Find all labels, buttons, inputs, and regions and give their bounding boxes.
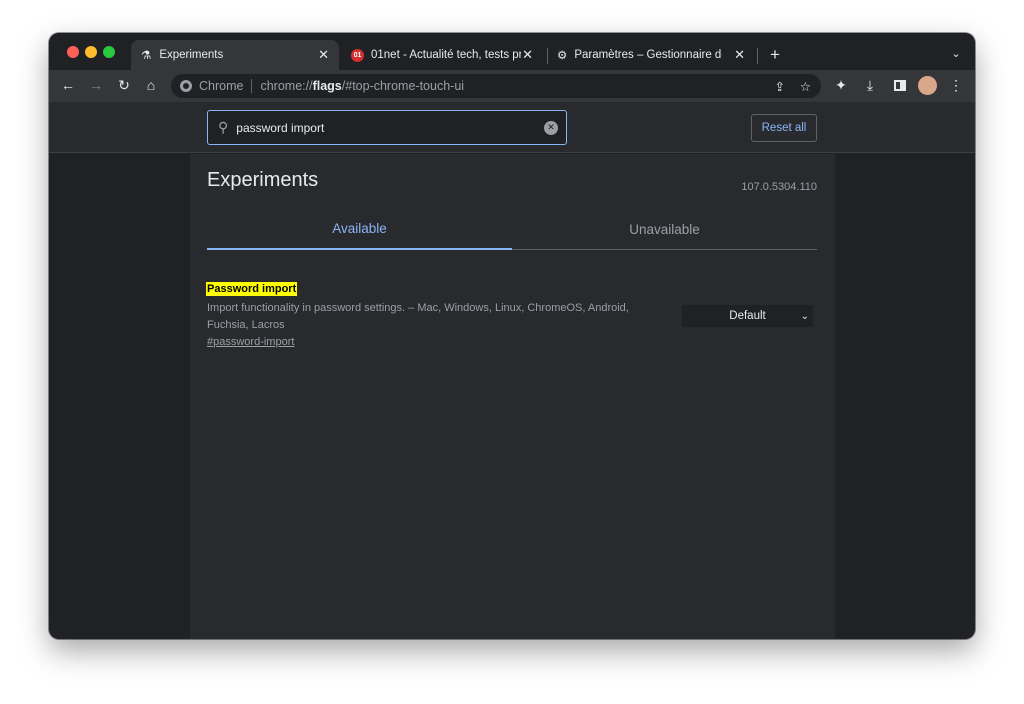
url-prefix: chrome:// [260, 79, 313, 93]
home-icon[interactable]: ⌂ [142, 77, 160, 93]
divider [251, 79, 253, 93]
clear-search-icon[interactable]: ✕ [544, 120, 558, 135]
url-path: /#top-chrome-touch-ui [341, 79, 465, 93]
omnibox[interactable]: Chrome chrome://flags/#top-chrome-touch-… [171, 74, 821, 98]
tab-available[interactable]: Available [207, 221, 512, 236]
reset-all-button[interactable]: Reset all [751, 114, 817, 142]
tab-experiments[interactable]: ⚗ Experiments ✕ [131, 40, 339, 70]
version-label: 107.0.5304.110 [741, 181, 817, 193]
tab-separator [757, 48, 758, 64]
flask-icon: ⚗ [141, 50, 152, 62]
close-tab-icon[interactable]: ✕ [522, 47, 533, 63]
tab-title: Experiments [159, 49, 224, 61]
new-tab-icon[interactable]: + [766, 45, 784, 65]
extensions-puzzle-icon[interactable]: ✦ [832, 77, 850, 94]
tab-title: Paramètres – Gestionnaire de m [574, 49, 722, 61]
page-title: Experiments [207, 169, 319, 191]
search-value: password import [236, 120, 325, 135]
browser-window: ⚗ Experiments ✕ 01 01net - Actualité tec… [49, 33, 975, 639]
tab-parametres[interactable]: ⚙ Paramètres – Gestionnaire de m ✕ [549, 40, 755, 70]
flag-description: Import functionality in password setting… [207, 302, 629, 331]
forward-icon[interactable]: → [87, 77, 105, 93]
close-tab-icon[interactable]: ✕ [318, 47, 329, 63]
select-value: Default [729, 310, 766, 322]
chrome-icon [180, 80, 192, 92]
back-icon[interactable]: ← [59, 77, 77, 93]
tab-search-chevron-icon[interactable]: ⌄ [947, 47, 965, 60]
avatar[interactable] [918, 76, 937, 95]
reload-icon[interactable]: ↻ [115, 77, 133, 94]
flag-anchor-link[interactable]: #password-import [207, 336, 294, 348]
flag-state-select[interactable]: Default ⌄ [682, 305, 813, 327]
minimize-window-button[interactable] [85, 46, 97, 58]
gear-icon: ⚙ [557, 50, 568, 62]
close-tab-icon[interactable]: ✕ [734, 47, 745, 63]
chevron-down-icon: ⌄ [800, 310, 809, 322]
active-tab-indicator [207, 248, 512, 250]
download-icon[interactable]: ⤓ [861, 77, 879, 94]
flag-name: Password import [206, 282, 298, 296]
side-panel-icon[interactable] [894, 80, 906, 91]
url-host: flags [312, 79, 342, 93]
tab-title: 01net - Actualité tech, tests pr [371, 49, 521, 61]
search-input[interactable]: ⚲ password import ✕ [207, 110, 567, 145]
bookmark-star-icon[interactable]: ☆ [800, 79, 811, 94]
close-window-button[interactable] [67, 46, 79, 58]
tab-unavailable[interactable]: Unavailable [512, 222, 817, 237]
tab-separator [547, 48, 548, 64]
share-icon[interactable]: ⇪ [775, 79, 785, 94]
site-label: Chrome [199, 79, 244, 93]
search-icon: ⚲ [218, 119, 229, 135]
tab-01net[interactable]: 01 01net - Actualité tech, tests pr ✕ [343, 40, 543, 70]
maximize-window-button[interactable] [103, 46, 115, 58]
01net-favicon: 01 [351, 48, 364, 62]
menu-kebab-icon[interactable]: ⋮ [947, 77, 965, 94]
